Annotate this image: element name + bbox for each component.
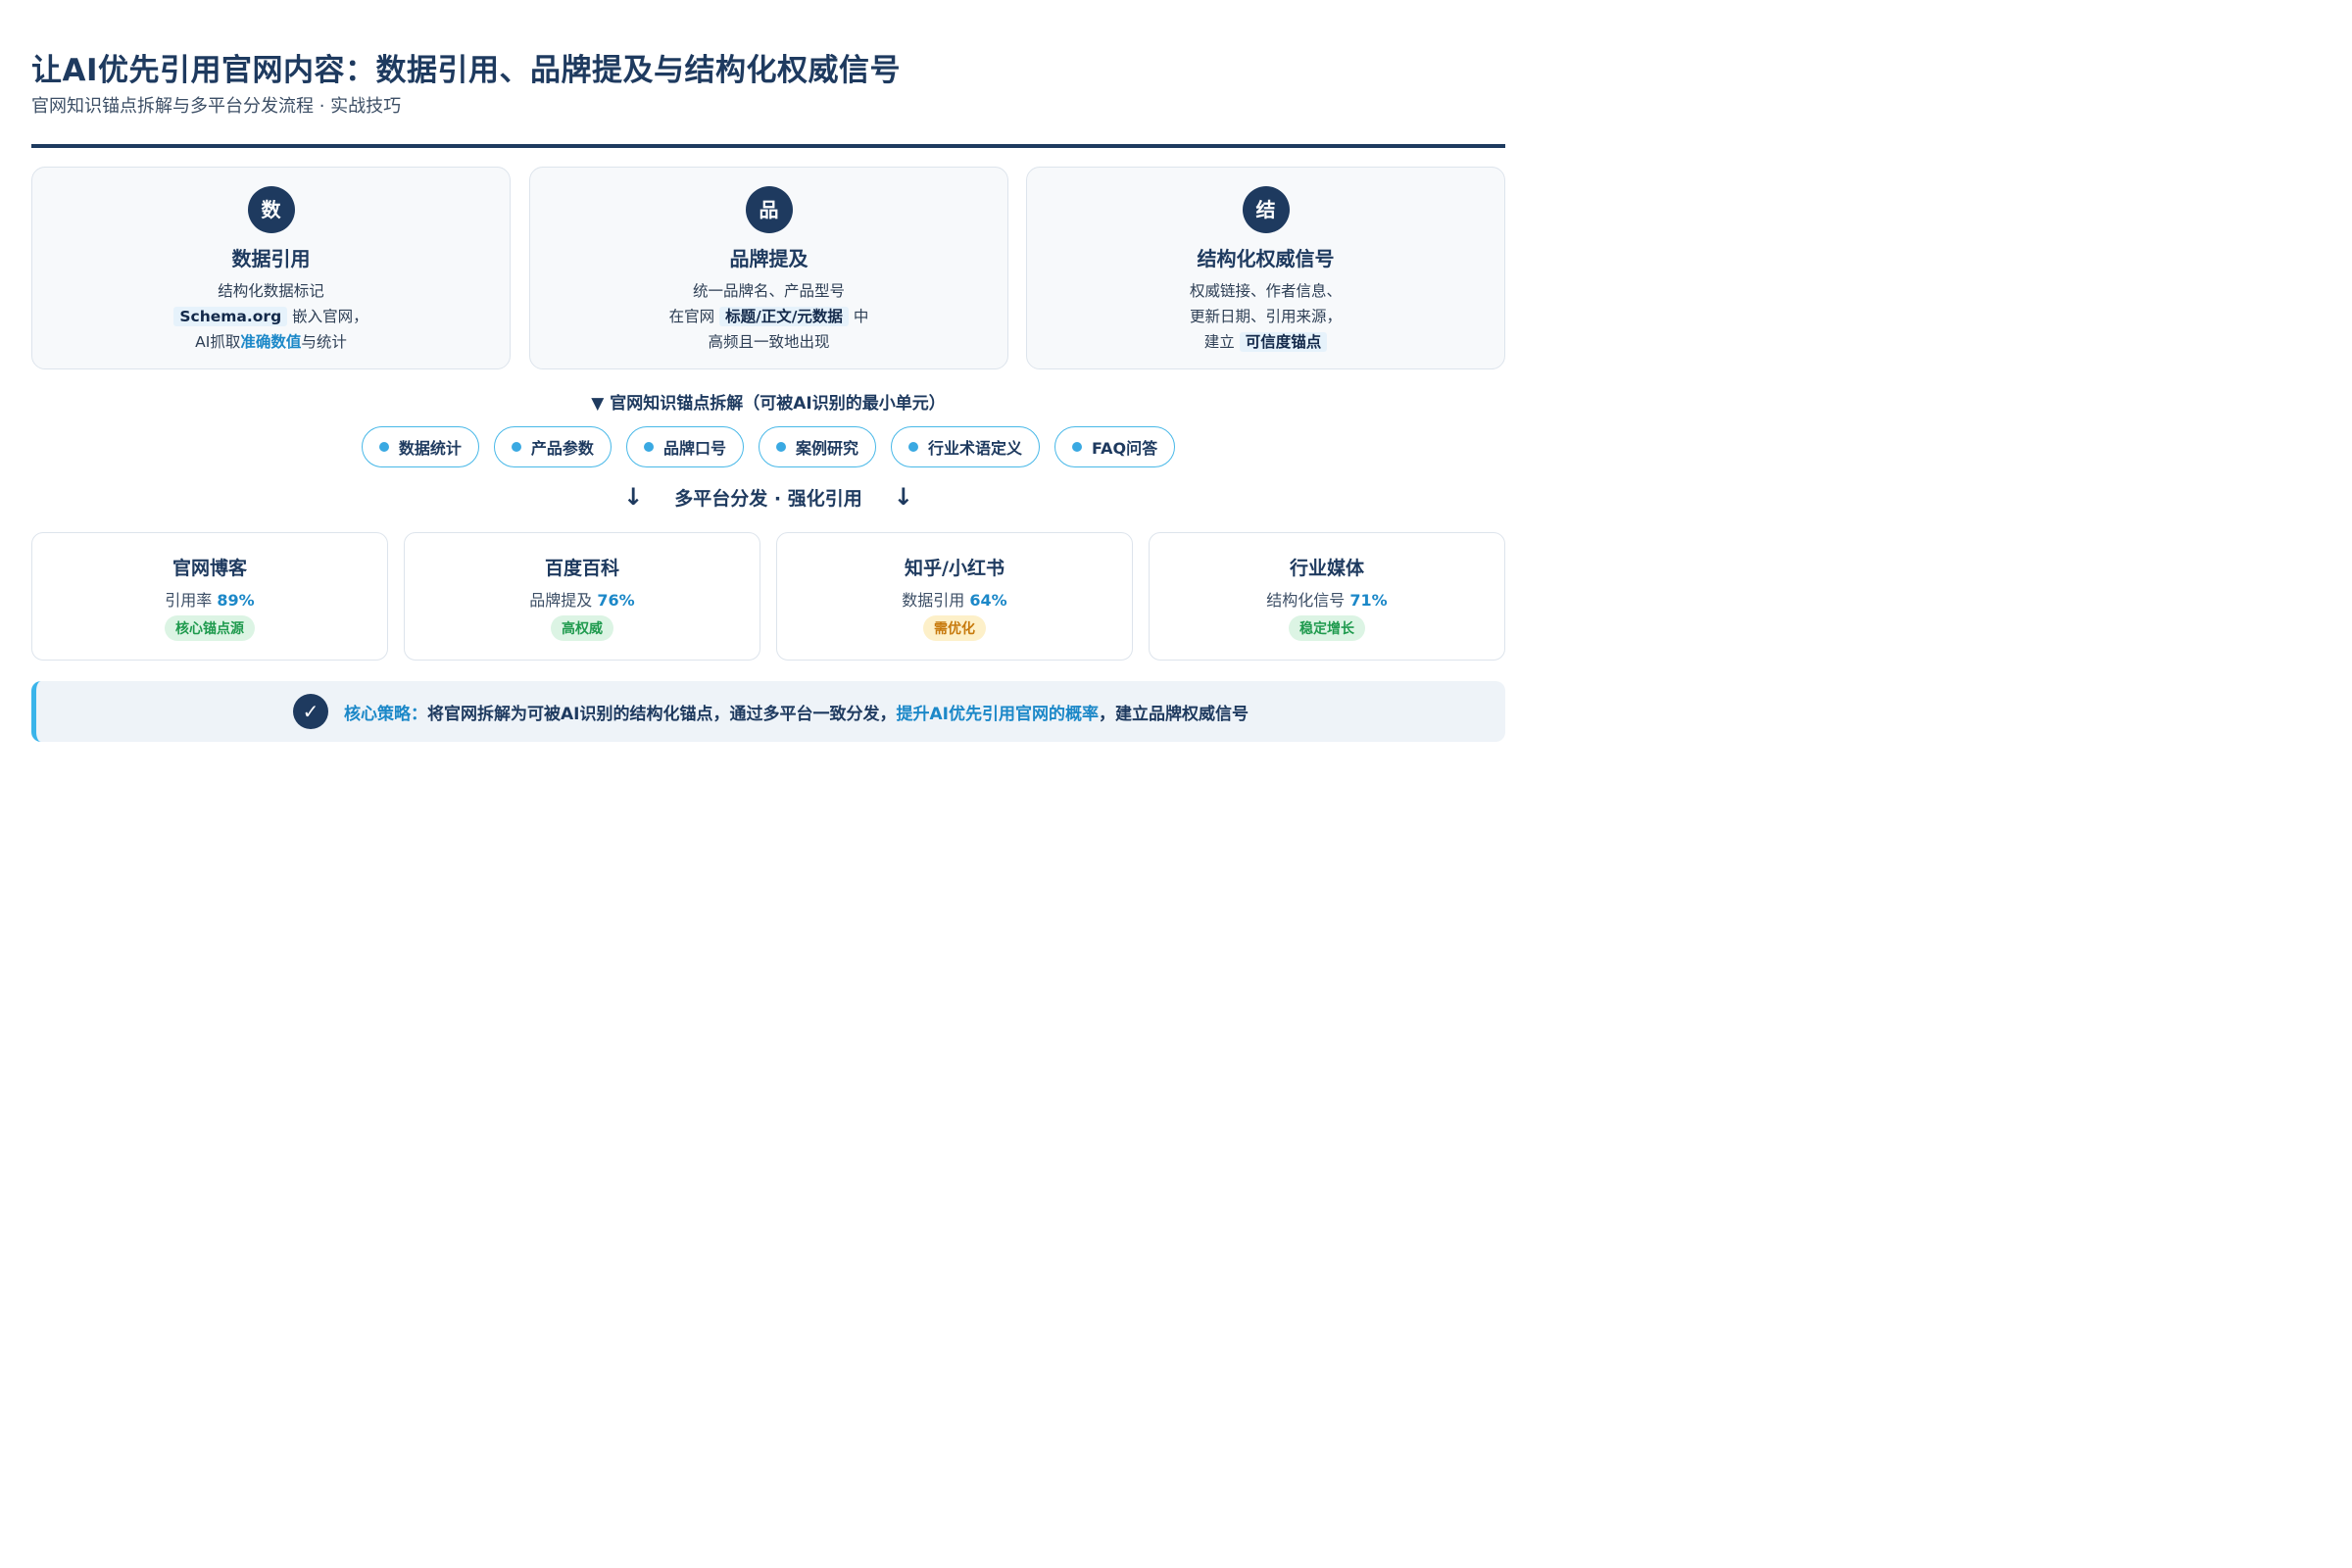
pillar-text: 嵌入官网，	[287, 308, 368, 325]
schema-highlight: Schema.org	[173, 307, 288, 326]
metric-value: 76%	[597, 591, 635, 610]
bullet-dot-icon	[643, 442, 654, 452]
anchor-pill[interactable]: 品牌口号	[625, 426, 744, 467]
distribution-label: 多平台分发 · 强化引用	[674, 487, 862, 510]
anchor-pill[interactable]: FAQ问答	[1054, 426, 1176, 467]
strategy-text: 核心策略：将官网拆解为可被AI识别的结构化锚点，通过多平台一致分发，提升AI优先…	[344, 700, 1249, 724]
pillar-line: 结构化数据标记	[218, 282, 324, 300]
platform-card-industry-media: 行业媒体 结构化信号 71% 稳定增长	[1149, 532, 1505, 661]
page-subtitle: 官网知识锚点拆解与多平台分发流程 · 实战技巧	[31, 96, 402, 117]
page-title: 让AI优先引用官网内容：数据引用、品牌提及与结构化权威信号	[31, 53, 902, 88]
status-badge: 高权威	[551, 615, 613, 641]
metric-value: 89%	[217, 591, 255, 610]
anchor-pill[interactable]: 数据统计	[361, 426, 479, 467]
pillar-card-data-citation: 数 数据引用 结构化数据标记 Schema.org 嵌入官网， AI抓取准确数值…	[31, 167, 511, 369]
header-divider	[31, 144, 1505, 148]
pillar-description: 结构化数据标记 Schema.org 嵌入官网， AI抓取准确数值与统计	[32, 278, 510, 355]
pillar-description: 统一品牌名、产品型号 在官网 标题/正文/元数据 中 高频且一致地出现	[530, 278, 1007, 355]
arrow-down-icon: ↓	[623, 483, 644, 511]
pillar-text: 中	[848, 308, 869, 325]
strategy-body: 将官网拆解为可被AI识别的结构化锚点，通过多平台一致分发，	[427, 704, 897, 724]
platform-metric: 引用率 89%	[32, 587, 387, 611]
platform-name: 行业媒体	[1289, 558, 1364, 579]
pillar-text: 在官网	[668, 308, 720, 325]
bullet-dot-icon	[1071, 442, 1082, 452]
anchor-pill-list: 数据统计 产品参数 品牌口号 案例研究 行业术语定义 FAQ问答	[31, 426, 1505, 467]
platform-metric: 品牌提及 76%	[405, 587, 760, 611]
strategy-link: 提升AI优先引用官网的概率	[896, 704, 1099, 724]
arrow-down-icon: ↓	[893, 483, 913, 511]
credibility-anchor-highlight: 可信度锚点	[1239, 332, 1328, 352]
pillar-title: 品牌提及	[729, 247, 808, 270]
anchor-section-heading: ▼ 官网知识锚点拆解（可被AI识别的最小单元）	[591, 394, 946, 414]
anchor-pill[interactable]: 产品参数	[493, 426, 612, 467]
title-body-meta-highlight: 标题/正文/元数据	[719, 307, 849, 326]
pillar-card-authority-signal: 结 结构化权威信号 权威链接、作者信息、 更新日期、引用来源， 建立 可信度锚点	[1026, 167, 1505, 369]
anchor-pill-label: 案例研究	[795, 439, 858, 458]
metric-label: 数据引用	[902, 591, 965, 610]
platform-card-blog: 官网博客 引用率 89% 核心锚点源	[31, 532, 388, 661]
platform-metric: 数据引用 64%	[777, 587, 1132, 611]
status-badge: 稳定增长	[1289, 615, 1365, 641]
pillar-text: 建立	[1203, 333, 1240, 351]
metric-value: 64%	[969, 591, 1007, 610]
checkmark-icon: ✓	[293, 694, 329, 729]
bullet-dot-icon	[378, 442, 389, 452]
pillar-description: 权威链接、作者信息、 更新日期、引用来源， 建立 可信度锚点	[1027, 278, 1504, 355]
anchor-pill-label: 数据统计	[398, 439, 462, 458]
platform-name: 官网博客	[172, 558, 247, 579]
structure-badge-icon: 结	[1242, 186, 1290, 233]
pillar-line: 统一品牌名、产品型号	[692, 282, 845, 300]
pillar-title: 结构化权威信号	[1197, 247, 1335, 270]
metric-value: 71%	[1349, 591, 1388, 610]
pillar-title: 数据引用	[231, 247, 311, 270]
metric-label: 品牌提及	[529, 591, 593, 610]
pillar-line: AI抓取准确数值与统计	[32, 329, 510, 355]
platform-name: 知乎/小红书	[905, 558, 1004, 579]
platform-card-baike: 百度百科 品牌提及 76% 高权威	[404, 532, 760, 661]
pillar-line: 更新日期、引用来源，	[1189, 308, 1342, 325]
strategy-label: 核心策略：	[344, 704, 428, 724]
pillar-line: 在官网 标题/正文/元数据 中	[530, 304, 1007, 329]
pillar-line: 建立 可信度锚点	[1027, 329, 1504, 355]
platform-metric: 结构化信号 71%	[1150, 587, 1504, 611]
status-badge: 需优化	[923, 615, 986, 641]
pillar-line: Schema.org 嵌入官网，	[32, 304, 510, 329]
core-strategy-banner: ✓ 核心策略：将官网拆解为可被AI识别的结构化锚点，通过多平台一致分发，提升AI…	[31, 681, 1505, 742]
pillar-line: 权威链接、作者信息、	[1189, 282, 1342, 300]
anchor-pill-label: FAQ问答	[1091, 439, 1158, 458]
platform-card-zhihu-xhs: 知乎/小红书 数据引用 64% 需优化	[776, 532, 1133, 661]
brand-badge-icon: 品	[745, 186, 793, 233]
metric-label: 引用率	[165, 591, 213, 610]
anchor-pill[interactable]: 案例研究	[758, 426, 876, 467]
distribution-row: ↓ 多平台分发 · 强化引用 ↓	[31, 481, 1505, 513]
metric-label: 结构化信号	[1266, 591, 1346, 610]
bullet-dot-icon	[907, 442, 918, 452]
anchor-pill-label: 行业术语定义	[927, 439, 1022, 458]
bullet-dot-icon	[775, 442, 786, 452]
status-badge: 核心锚点源	[165, 615, 255, 641]
pillar-text: 与统计	[301, 333, 347, 351]
pillar-card-brand-mention: 品 品牌提及 统一品牌名、产品型号 在官网 标题/正文/元数据 中 高频且一致地…	[529, 167, 1008, 369]
strategy-body-end: ，建立品牌权威信号	[1098, 704, 1249, 724]
data-badge-icon: 数	[247, 186, 295, 233]
accurate-values-link: 准确数值	[240, 333, 302, 351]
pillar-text: AI抓取	[195, 333, 241, 351]
anchor-pill-label: 品牌口号	[662, 439, 726, 458]
bullet-dot-icon	[511, 442, 521, 452]
anchor-pill-label: 产品参数	[530, 439, 594, 458]
anchor-pill[interactable]: 行业术语定义	[890, 426, 1040, 467]
pillar-line: 高频且一致地出现	[708, 333, 830, 351]
platform-name: 百度百科	[544, 558, 619, 579]
